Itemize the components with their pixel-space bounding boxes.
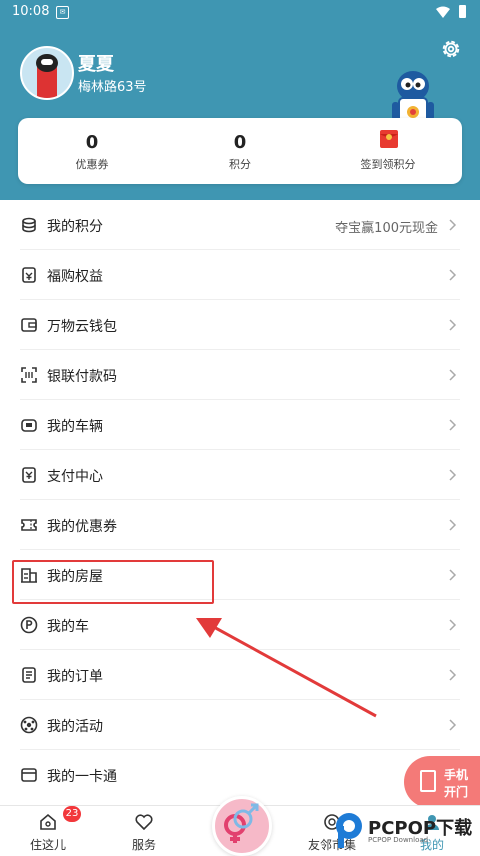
door-label-line2: 开门	[444, 785, 469, 799]
menu-item-points[interactable]: 我的积分 夺宝赢100元现金	[0, 200, 480, 250]
chevron-right-icon	[449, 619, 457, 631]
tab-label: 住这儿	[29, 838, 66, 852]
coupon-count: 0	[85, 132, 99, 153]
user-address: 梅林路63号	[78, 80, 147, 95]
menu-label: 我的车辆	[47, 419, 103, 435]
menu-item-unionpay-code[interactable]: 银联付款码	[0, 350, 480, 400]
menu-item-benefits[interactable]: 福购权益	[0, 250, 480, 300]
battery-icon	[459, 5, 466, 18]
menu-label: 支付中心	[47, 469, 103, 485]
watermark-subtext: PCPOP Download	[368, 836, 429, 844]
menu-item-wallet[interactable]: 万物云钱包	[0, 300, 480, 350]
status-time: 10:08	[12, 4, 50, 19]
chevron-right-icon	[449, 319, 457, 331]
door-icon	[420, 770, 436, 792]
home-icon	[40, 813, 56, 830]
menu-item-vehicles[interactable]: 我的车辆	[0, 400, 480, 450]
menu-label: 我的车	[47, 619, 89, 635]
gender-symbol-icon	[224, 803, 259, 843]
stat-checkin[interactable]: 签到领积分	[314, 118, 462, 184]
checkin-label: 签到领积分	[360, 158, 416, 171]
tab-home[interactable]: 23 住这儿	[8, 806, 88, 856]
status-bar: 10:08 ✉	[0, 0, 480, 24]
menu-label: 我的订单	[47, 669, 103, 685]
door-label-line1: 手机	[444, 768, 469, 782]
points-label: 积分	[229, 158, 251, 171]
stat-points[interactable]: 0 积分	[166, 118, 314, 184]
menu-extra: 夺宝赢100元现金	[335, 221, 438, 236]
wallet-icon	[21, 318, 37, 332]
menu-label: 我的一卡通	[47, 769, 117, 785]
chevron-right-icon	[449, 219, 457, 231]
menu-label: 万物云钱包	[47, 319, 117, 335]
parking-icon	[20, 616, 38, 634]
menu-label: 我的活动	[47, 719, 103, 735]
menu-label: 福购权益	[47, 269, 103, 285]
order-icon	[22, 667, 36, 683]
chevron-right-icon	[449, 419, 457, 431]
chevron-right-icon	[449, 669, 457, 681]
settings-gear-icon[interactable]	[440, 38, 462, 60]
points-count: 0	[233, 132, 247, 153]
payment-icon	[22, 467, 36, 483]
benefit-icon	[22, 267, 36, 283]
menu-label: 银联付款码	[47, 369, 117, 385]
center-fab-button[interactable]	[212, 796, 272, 856]
menu-item-payment-center[interactable]: 支付中心	[0, 450, 480, 500]
menu-item-coupons[interactable]: 我的优惠券	[0, 500, 480, 550]
pcpop-logo-icon	[336, 813, 362, 848]
card-icon	[21, 768, 37, 782]
menu-label: 我的积分	[47, 219, 103, 235]
chevron-right-icon	[449, 369, 457, 381]
menu-label: 我的优惠券	[47, 519, 117, 535]
annotation-arrow	[196, 618, 377, 718]
highlight-box	[12, 560, 214, 604]
avatar[interactable]	[20, 46, 74, 100]
chevron-right-icon	[449, 519, 457, 531]
coupon-label: 优惠券	[75, 158, 109, 171]
car-icon	[21, 419, 37, 432]
wifi-icon	[436, 6, 450, 18]
username[interactable]: 夏夏	[78, 50, 114, 76]
heart-icon	[135, 814, 153, 831]
chevron-right-icon	[449, 469, 457, 481]
watermark-logo: PCPOP下载 PCPOP Download	[328, 806, 480, 855]
stats-card: 0 优惠券 0 积分 签到领积分	[18, 118, 462, 184]
coins-icon	[22, 217, 36, 233]
scan-code-icon	[21, 367, 37, 383]
ticket-icon	[21, 519, 37, 531]
tab-services[interactable]: 服务	[104, 806, 184, 856]
chevron-right-icon	[449, 569, 457, 581]
stat-coupons[interactable]: 0 优惠券	[18, 118, 166, 184]
tab-label: 服务	[131, 838, 156, 852]
chevron-right-icon	[449, 269, 457, 281]
mobile-door-open-button[interactable]: 手机 开门	[404, 756, 480, 808]
notification-icon: ✉	[56, 6, 69, 19]
activity-icon	[20, 716, 38, 734]
tab-badge: 23	[63, 806, 81, 822]
red-envelope-icon	[380, 130, 398, 148]
chevron-right-icon	[449, 719, 457, 731]
